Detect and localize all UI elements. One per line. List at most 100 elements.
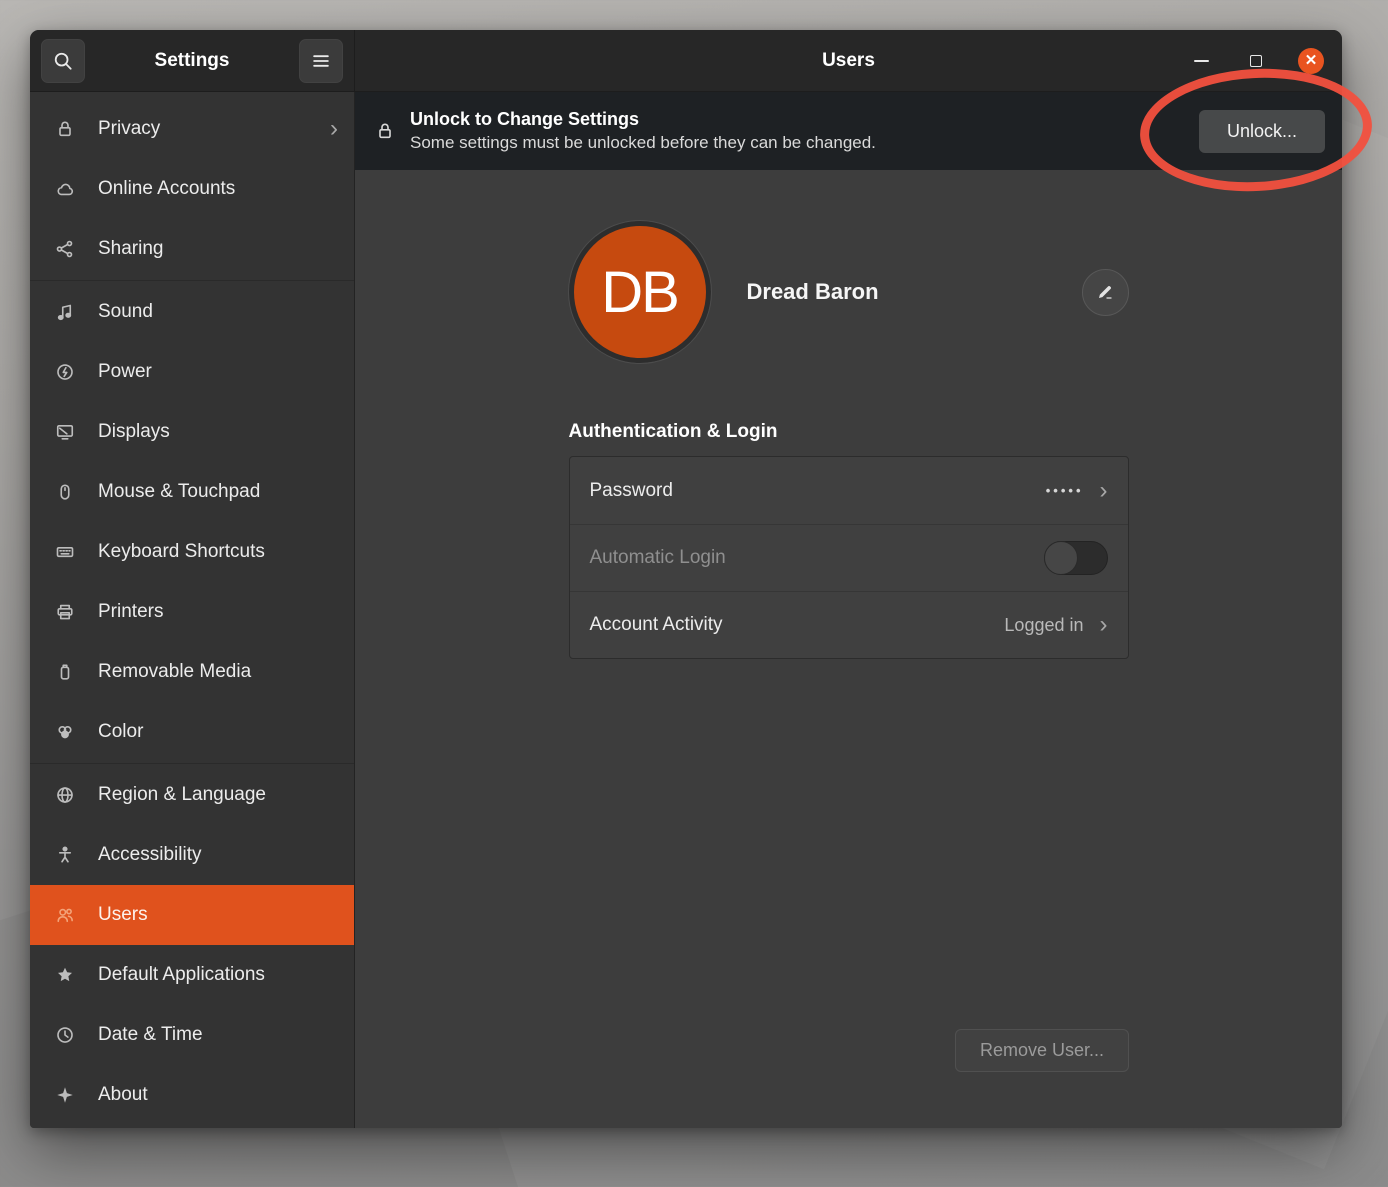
auth-row-right: •••••› <box>1046 483 1108 498</box>
sidebar-divider <box>30 763 354 764</box>
auth-row-right: Logged in› <box>1004 615 1107 636</box>
sidebar-item-label: Power <box>98 361 152 383</box>
sidebar-title: Settings <box>155 50 230 72</box>
hamburger-icon <box>310 50 332 72</box>
sidebar-header: Settings <box>30 30 355 92</box>
music-note-icon <box>55 302 75 322</box>
color-circles-icon <box>55 722 75 742</box>
maximize-icon <box>1250 55 1262 67</box>
printer-icon <box>55 602 75 622</box>
auth-row-label: Automatic Login <box>590 547 726 569</box>
auth-row-right <box>1044 541 1108 575</box>
unlock-button[interactable]: Unlock... <box>1199 110 1325 153</box>
sidebar-item-label: Printers <box>98 601 163 623</box>
edit-name-button[interactable] <box>1082 269 1129 316</box>
globe-icon <box>55 785 75 805</box>
auth-row-label: Password <box>590 480 673 502</box>
minimize-icon <box>1194 60 1209 62</box>
user-row: DB Dread Baron <box>569 170 1129 363</box>
sidebar-item-label: Default Applications <box>98 964 265 986</box>
banner-text: Unlock to Change Settings Some settings … <box>410 109 876 153</box>
sidebar-item-displays[interactable]: Displays <box>30 402 354 462</box>
lock-icon <box>375 120 395 142</box>
lock-icon <box>55 119 75 139</box>
sidebar-item-color[interactable]: Color <box>30 702 354 762</box>
sidebar-item-online-accounts[interactable]: Online Accounts <box>30 159 354 219</box>
sidebar-item-label: Displays <box>98 421 170 443</box>
banner-subtitle: Some settings must be unlocked before th… <box>410 133 876 153</box>
sidebar-item-label: Sharing <box>98 238 164 260</box>
sidebar-item-label: Date & Time <box>98 1024 203 1046</box>
sidebar-item-default-applications[interactable]: Default Applications <box>30 945 354 1005</box>
auth-row-account-activity[interactable]: Account Activity Logged in› <box>570 591 1128 658</box>
sidebar-item-users[interactable]: Users <box>30 885 354 945</box>
clock-icon <box>55 1025 75 1045</box>
window-controls: ✕ <box>1188 30 1324 91</box>
sidebar-item-printers[interactable]: Printers <box>30 582 354 642</box>
users-icon <box>55 905 75 925</box>
titlebar: Settings Users ✕ <box>30 30 1342 92</box>
remove-user-button[interactable]: Remove User... <box>955 1029 1129 1072</box>
sidebar-divider <box>30 280 354 281</box>
user-name: Dread Baron <box>747 279 879 305</box>
keyboard-icon <box>55 542 75 562</box>
sidebar-item-label: Privacy <box>98 118 160 140</box>
sidebar-item-label: Color <box>98 721 143 743</box>
cloud-icon <box>55 179 75 199</box>
sidebar-item-region-language[interactable]: Region & Language <box>30 765 354 825</box>
sidebar-item-privacy[interactable]: Privacy› <box>30 99 354 159</box>
search-icon <box>52 50 74 72</box>
sparkle-icon <box>55 1085 75 1105</box>
sidebar-item-label: Mouse & Touchpad <box>98 481 260 503</box>
star-icon <box>55 965 75 985</box>
sidebar-item-sharing[interactable]: Sharing <box>30 219 354 279</box>
avatar-initials: DB <box>601 259 678 326</box>
settings-window: Settings Users ✕ Privacy› Online Accounts… <box>30 30 1342 1128</box>
minimize-button[interactable] <box>1188 48 1214 74</box>
power-icon <box>55 362 75 382</box>
sidebar: Privacy› Online Accounts Sharing Sound Power… <box>30 92 355 1128</box>
sidebar-item-date-time[interactable]: Date & Time <box>30 1005 354 1065</box>
sidebar-item-label: Users <box>98 904 148 926</box>
avatar[interactable]: DB <box>569 221 711 363</box>
close-icon: ✕ <box>1305 53 1318 68</box>
auth-row-automatic-login: Automatic Login <box>570 524 1128 591</box>
sidebar-item-label: Sound <box>98 301 153 323</box>
auth-section: Password •••••› Automatic Login Account Act… <box>569 456 1129 659</box>
close-button[interactable]: ✕ <box>1298 48 1324 74</box>
toggle-knob <box>1044 541 1078 575</box>
auth-section-title: Authentication & Login <box>569 421 1129 443</box>
users-content: DB Dread Baron Authentication & Login Pa… <box>355 170 1342 1128</box>
display-icon <box>55 422 75 442</box>
auth-row-value: Logged in <box>1004 615 1083 636</box>
sidebar-item-sound[interactable]: Sound <box>30 282 354 342</box>
menu-button[interactable] <box>299 39 343 83</box>
sidebar-item-mouse-touchpad[interactable]: Mouse & Touchpad <box>30 462 354 522</box>
maximize-button[interactable] <box>1243 48 1269 74</box>
auth-row-label: Account Activity <box>590 614 723 636</box>
sidebar-item-keyboard-shortcuts[interactable]: Keyboard Shortcuts <box>30 522 354 582</box>
sidebar-item-power[interactable]: Power <box>30 342 354 402</box>
pencil-icon <box>1095 282 1115 302</box>
sidebar-item-label: Online Accounts <box>98 178 235 200</box>
main-panel: Unlock to Change Settings Some settings … <box>355 92 1342 1128</box>
sidebar-item-accessibility[interactable]: Accessibility <box>30 825 354 885</box>
banner-title: Unlock to Change Settings <box>410 109 876 130</box>
automatic-login-toggle[interactable] <box>1044 541 1108 575</box>
auth-row-value: ••••• <box>1046 483 1084 498</box>
sidebar-item-label: Accessibility <box>98 844 201 866</box>
page-title: Users <box>822 50 875 72</box>
usb-drive-icon <box>55 662 75 682</box>
share-icon <box>55 239 75 259</box>
accessibility-icon <box>55 845 75 865</box>
mouse-icon <box>55 482 75 502</box>
sidebar-item-removable-media[interactable]: Removable Media <box>30 642 354 702</box>
sidebar-item-label: Removable Media <box>98 661 251 683</box>
main-headerbar: Users ✕ <box>355 30 1342 92</box>
unlock-banner: Unlock to Change Settings Some settings … <box>355 92 1342 170</box>
sidebar-item-label: Region & Language <box>98 784 266 806</box>
auth-row-password[interactable]: Password •••••› <box>570 457 1128 524</box>
sidebar-item-about[interactable]: About <box>30 1065 354 1125</box>
search-button[interactable] <box>41 39 85 83</box>
sidebar-item-label: Keyboard Shortcuts <box>98 541 265 563</box>
